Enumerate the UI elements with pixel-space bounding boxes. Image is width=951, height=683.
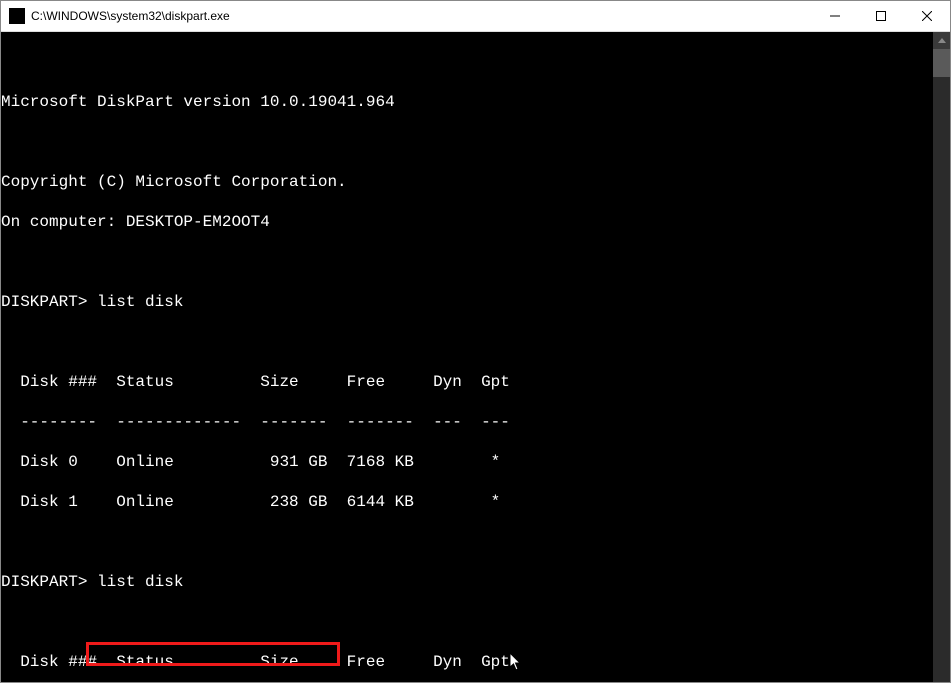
output-line: Microsoft DiskPart version 10.0.19041.96… [1,92,933,112]
maximize-button[interactable] [858,1,904,31]
scroll-thumb[interactable] [933,49,950,77]
scroll-up-arrow-icon[interactable] [933,32,950,49]
table-row: Disk 0 Online 931 GB 7168 KB * [1,452,933,472]
output-line [1,132,933,152]
output-line [1,612,933,632]
app-icon [9,8,25,24]
output-line [1,252,933,272]
output-line: DISKPART> list disk [1,572,933,592]
vertical-scrollbar[interactable] [933,32,950,682]
table-divider: -------- ------------- ------- ------- -… [1,412,933,432]
table-header: Disk ### Status Size Free Dyn Gpt [1,372,933,392]
console-area[interactable]: Microsoft DiskPart version 10.0.19041.96… [1,32,950,682]
output-line [1,332,933,352]
table-row: Disk 1 Online 238 GB 6144 KB * [1,492,933,512]
output-line: On computer: DESKTOP-EM2OOT4 [1,212,933,232]
minimize-button[interactable] [812,1,858,31]
close-button[interactable] [904,1,950,31]
mouse-cursor-icon [510,653,522,671]
titlebar-left: C:\WINDOWS\system32\diskpart.exe [1,8,230,24]
table-header: Disk ### Status Size Free Dyn Gpt [1,652,933,672]
blank-line [1,52,933,72]
titlebar[interactable]: C:\WINDOWS\system32\diskpart.exe [1,1,950,32]
window-title: C:\WINDOWS\system32\diskpart.exe [31,9,230,23]
app-window: C:\WINDOWS\system32\diskpart.exe Microso… [0,0,951,683]
window-controls [812,1,950,31]
output-line: DISKPART> list disk [1,292,933,312]
output-line: Copyright (C) Microsoft Corporation. [1,172,933,192]
console-content: Microsoft DiskPart version 10.0.19041.96… [1,32,933,682]
output-line [1,532,933,552]
